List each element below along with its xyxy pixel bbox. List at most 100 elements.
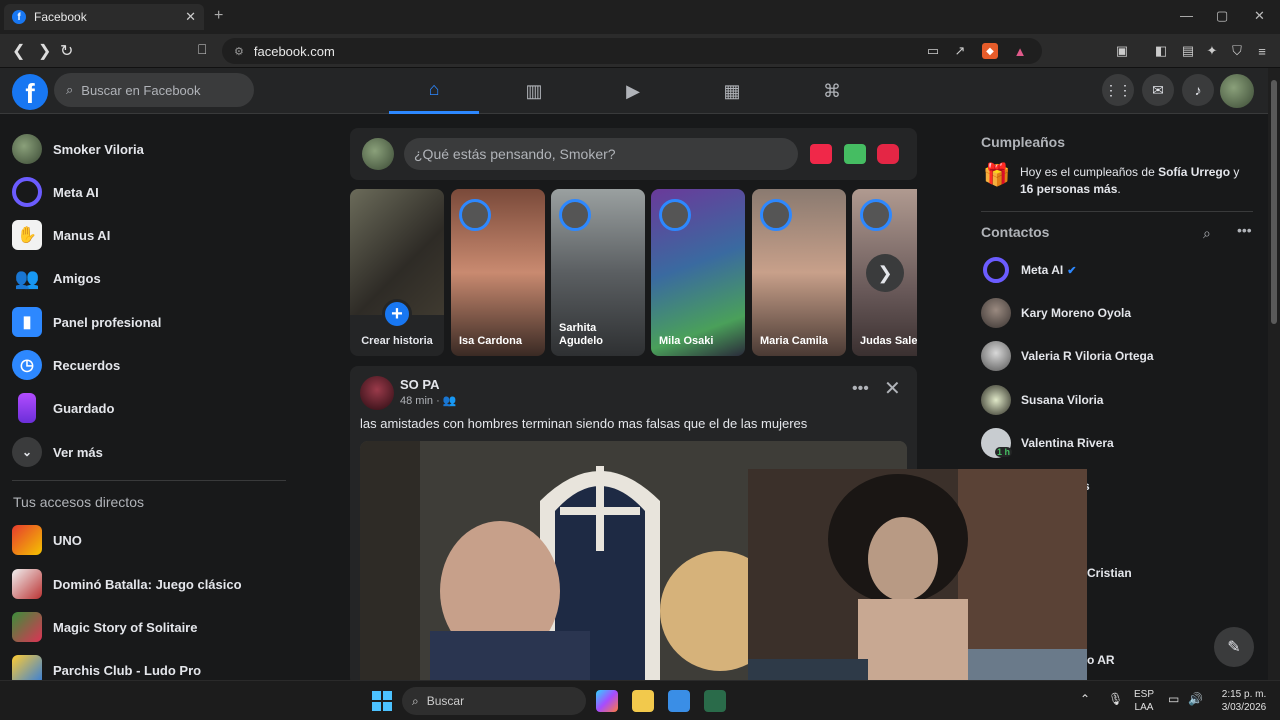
file-explorer-icon[interactable] (632, 690, 654, 712)
more-options-icon[interactable]: ••• (852, 380, 869, 398)
language-indicator[interactable]: ESP LAA (1134, 688, 1154, 714)
shortcut-domino[interactable]: Dominó Batalla: Juego clásico (12, 566, 242, 602)
dashboard-icon[interactable]: ▥ (489, 68, 579, 114)
microphone-icon[interactable]: 🎙 (1108, 693, 1123, 706)
contact-item[interactable]: Kary Moreno Oyola (981, 297, 1131, 329)
cast-icon[interactable]: ▭ (925, 43, 941, 59)
sidebar-item-label: Meta AI (53, 184, 99, 200)
bookmark-icon[interactable]: ⎕ (198, 41, 206, 58)
contact-name: Susana Viloria (1021, 393, 1104, 407)
sidebar-item-manus-ai[interactable]: ✋ Manus AI (12, 217, 110, 253)
app-icon[interactable] (704, 690, 726, 712)
gaming-icon[interactable]: ⌘ (787, 68, 877, 114)
sidebar-item-meta-ai[interactable]: Meta AI (12, 174, 99, 210)
contact-name: Meta AI (1021, 263, 1064, 277)
windows-start-icon[interactable] (372, 691, 392, 711)
close-tab-icon[interactable]: ✕ (185, 9, 196, 25)
shortcut-solitaire[interactable]: Magic Story of Solitaire (12, 609, 197, 645)
microsoft-store-icon[interactable] (668, 690, 690, 712)
reel-icon[interactable] (877, 144, 899, 164)
sidebar-item-panel-profesional[interactable]: ▮ Panel profesional (12, 304, 161, 340)
home-icon[interactable]: ⌂ (389, 68, 479, 114)
chevron-up-icon[interactable]: ⌃ (1080, 693, 1090, 706)
wallet-icon[interactable]: ▤ (1180, 43, 1196, 59)
volume-icon[interactable]: 🔊 (1188, 693, 1203, 706)
sidebar-item-profile[interactable]: Smoker Viloria (12, 131, 144, 167)
friends-audience-icon: 👥 (442, 395, 457, 407)
site-settings-icon[interactable]: ⚙ (234, 45, 244, 58)
browser-toolbar: ❮ ❯ ↻ ⎕ ⚙ facebook.com ▭ ↗ ◆ ▲ ▣ ◧ ▤ ✦ ⛉… (0, 34, 1280, 68)
post-author-avatar[interactable] (360, 376, 394, 410)
reader-mode-icon[interactable]: ▣ (1114, 43, 1130, 59)
close-window-icon[interactable]: ✕ (1254, 8, 1265, 24)
sidebar-item-guardado[interactable]: Guardado (12, 390, 114, 426)
contact-item[interactable]: Susana Viloria (981, 384, 1103, 416)
uno-game-icon (12, 525, 42, 555)
create-story-card[interactable]: + Crear historia (350, 189, 444, 356)
address-bar[interactable]: ⚙ facebook.com (222, 38, 1042, 64)
chevron-right-icon[interactable]: ❯ (866, 254, 904, 292)
marketplace-icon[interactable]: ▦ (687, 68, 777, 114)
browser-tab[interactable]: f Facebook ✕ (4, 4, 204, 30)
menu-icon[interactable]: ≡ (1254, 43, 1270, 59)
tab-title: Facebook (34, 10, 87, 24)
story-cover-image (350, 189, 444, 315)
sidebar-item-label: Ver más (53, 444, 103, 460)
sidebar-item-recuerdos[interactable]: ◷ Recuerdos (12, 347, 120, 383)
story-card[interactable]: Mila Osaki (651, 189, 745, 356)
sidebar-item-amigos[interactable]: 👥 Amigos (12, 260, 101, 296)
post-timestamp[interactable]: 48 min · 👥 (400, 394, 457, 407)
minimize-icon[interactable]: — (1180, 8, 1193, 23)
video-icon[interactable]: ▶ (588, 68, 678, 114)
story-card[interactable]: Sarhita Agudelo (551, 189, 645, 356)
shortcut-label: Parchis Club - Ludo Pro (53, 662, 202, 678)
network-icon[interactable]: ▭ (1168, 693, 1179, 706)
photo-icon[interactable] (844, 144, 866, 164)
forward-icon[interactable]: ❯ (38, 41, 51, 61)
new-message-icon[interactable]: ✎ (1214, 627, 1254, 667)
profile-avatar[interactable] (1220, 74, 1254, 108)
gift-icon: 🎁 (983, 162, 1011, 187)
new-tab-button[interactable]: + (214, 7, 223, 25)
contacts-title: Contactos (981, 224, 1050, 240)
sidebar-icon[interactable]: ◧ (1153, 43, 1169, 59)
facebook-logo-icon[interactable]: f (12, 74, 48, 110)
birthday-suffix: . (1117, 182, 1121, 196)
birthday-notice[interactable]: 🎁 Hoy es el cumpleaños de Sofía Urrego y… (983, 164, 1243, 198)
contact-item[interactable]: Valeria R Viloria Ortega (981, 340, 1154, 372)
leo-ai-icon[interactable]: ✦ (1204, 43, 1220, 59)
story-avatar (760, 199, 792, 231)
story-name: Maria Camila (760, 335, 828, 347)
clock[interactable]: 2:15 p. m. 3/03/2026 (1212, 688, 1276, 714)
partial-contact-name[interactable]: Cristian (1087, 566, 1132, 580)
notifications-icon[interactable]: ♪ (1182, 74, 1214, 106)
share-icon[interactable]: ↗ (952, 43, 968, 59)
brave-rewards-icon[interactable]: ▲ (1012, 43, 1028, 59)
facebook-favicon-icon: f (12, 10, 26, 24)
reload-icon[interactable]: ↻ (60, 41, 73, 61)
contact-item[interactable]: Meta AI ✔ (981, 254, 1076, 286)
scrollbar-thumb[interactable] (1271, 80, 1277, 324)
messenger-icon[interactable]: ✉ (1142, 74, 1174, 106)
post-author[interactable]: SO PA (400, 377, 440, 392)
shortcut-uno[interactable]: UNO (12, 522, 82, 558)
maximize-icon[interactable]: ▢ (1216, 8, 1228, 24)
more-options-icon[interactable]: ••• (1237, 222, 1252, 238)
search-contacts-icon[interactable]: ⌕ (1203, 225, 1211, 242)
story-card[interactable]: Isa Cardona (451, 189, 545, 356)
page-scrollbar[interactable] (1268, 68, 1280, 680)
composer-input[interactable]: ¿Qué estás pensando, Smoker? (404, 138, 798, 170)
sidebar-item-ver-mas[interactable]: ⌄ Ver más (12, 434, 103, 470)
hide-post-icon[interactable]: ✕ (884, 376, 901, 401)
story-card[interactable]: Maria Camila (752, 189, 846, 356)
brave-shield-icon[interactable]: ◆ (982, 43, 998, 59)
story-name: Mila Osaki (659, 335, 714, 347)
taskbar-search-input[interactable]: ⌕ Buscar (402, 687, 586, 715)
vpn-icon[interactable]: ⛉ (1229, 43, 1245, 59)
back-icon[interactable]: ❮ (12, 41, 25, 61)
partial-contact-name[interactable]: o AR (1087, 653, 1115, 667)
live-video-icon[interactable] (810, 144, 832, 164)
menu-grid-icon[interactable]: ⋮⋮ (1102, 74, 1134, 106)
copilot-icon[interactable] (596, 690, 618, 712)
facebook-search-input[interactable]: ⌕ Buscar en Facebook (54, 73, 254, 107)
